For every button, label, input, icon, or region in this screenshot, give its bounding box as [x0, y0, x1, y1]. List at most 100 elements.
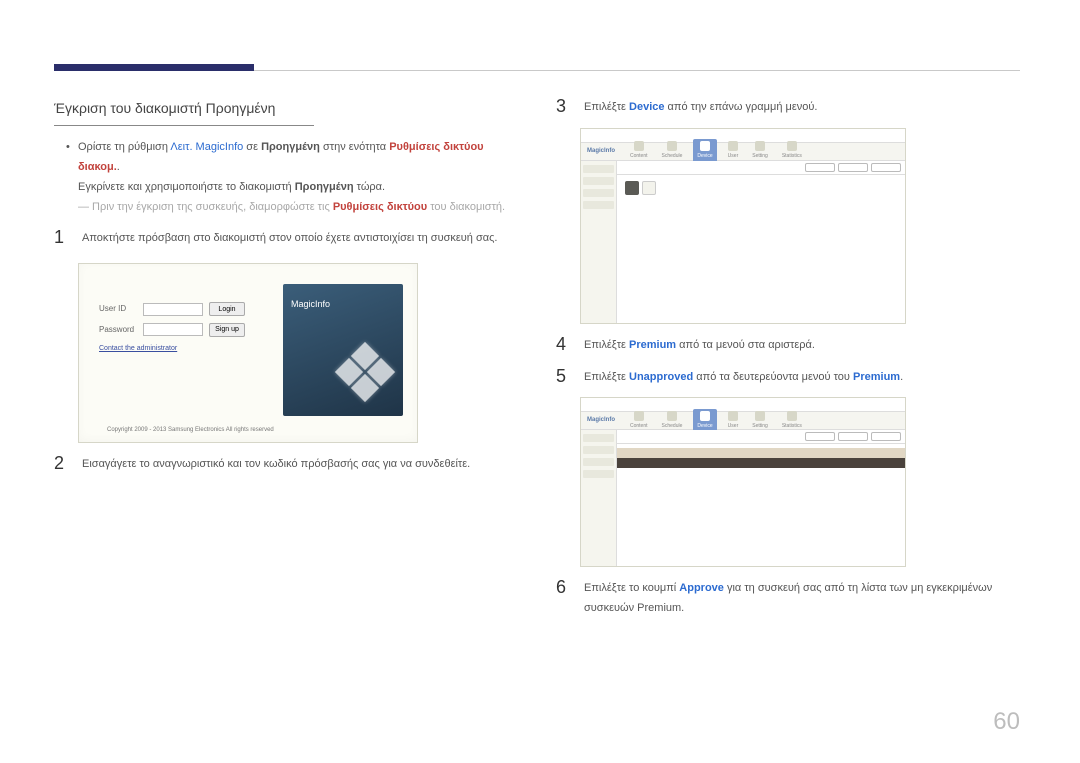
menu-schedule[interactable]: Schedule: [659, 141, 686, 161]
step-6: 6 Επιλέξτε το κουμπί Approve για τη συσκ…: [556, 577, 1020, 619]
text-blue-unapproved: Unapproved: [629, 371, 693, 383]
text-red-netsettings: Ρυθμίσεις δικτύου: [333, 201, 427, 213]
menu-statistics[interactable]: Statistics: [779, 141, 805, 161]
text-fragment: στην ενότητα: [320, 141, 389, 153]
content-icon: [634, 141, 644, 151]
right-column: 3 Επιλέξτε Device από την επάνω γραμμή μ…: [556, 96, 1020, 619]
login-brand-text: MagicInfo: [291, 299, 330, 309]
device-icon: [700, 411, 710, 421]
toolbar-btn[interactable]: [838, 163, 868, 172]
toolbar-btn[interactable]: [838, 432, 868, 441]
menu-statistics[interactable]: Statistics: [779, 411, 805, 431]
text-fragment: Επιλέξτε: [584, 101, 629, 113]
login-form-area: User ID Login Password Sign up Contact t…: [99, 302, 269, 355]
text-fragment: Ορίστε τη ρύθμιση: [78, 141, 170, 153]
step-text: Αποκτήστε πρόσβαση στο διακομιστή στον ο…: [82, 227, 518, 249]
sidebar-row[interactable]: [583, 189, 614, 197]
step-number: 6: [556, 577, 570, 619]
text-fragment: ― Πριν την έγκριση της συσκευής, διαμορφ…: [78, 201, 333, 213]
userid-label: User ID: [99, 302, 137, 316]
step-3: 3 Επιλέξτε Device από την επάνω γραμμή μ…: [556, 96, 1020, 118]
text-blue-premium: Premium: [629, 339, 676, 351]
app-toolbar: [617, 430, 905, 444]
login-button[interactable]: Login: [209, 302, 245, 316]
step-text: Επιλέξτε Unapproved από τα δευτερεύοντα …: [584, 366, 1020, 388]
login-brand-panel: MagicInfo: [283, 284, 403, 416]
menu-schedule[interactable]: Schedule: [659, 411, 686, 431]
app-top-menu: MagicInfo Content Schedule Device User S…: [581, 412, 905, 430]
menu-device[interactable]: Device: [693, 139, 716, 163]
statistics-icon: [787, 141, 797, 151]
toolbar-btn[interactable]: [805, 163, 835, 172]
contact-admin-link[interactable]: Contact the administrator: [99, 343, 269, 356]
toolbar-btn[interactable]: [871, 163, 901, 172]
text-fragment: .: [117, 161, 120, 173]
password-input[interactable]: [143, 323, 203, 336]
section-heading: Έγκριση του διακομιστή Προηγμένη: [54, 96, 314, 126]
menu-user[interactable]: User: [725, 411, 742, 431]
view-btn[interactable]: [642, 181, 656, 195]
toolbar-btn[interactable]: [805, 432, 835, 441]
sidebar-row[interactable]: [583, 434, 614, 442]
text-bold-advanced: Προηγμένη: [261, 141, 320, 153]
view-btn-selected[interactable]: [625, 181, 639, 195]
step-2: 2 Εισαγάγετε το αναγνωριστικό και τον κω…: [54, 453, 518, 475]
step-number: 3: [556, 96, 570, 118]
menu-content[interactable]: Content: [627, 411, 651, 431]
userid-input[interactable]: [143, 303, 203, 316]
brand-shapes: [327, 336, 397, 406]
text-blue-premium2: Premium: [853, 371, 900, 383]
menu-content[interactable]: Content: [627, 141, 651, 161]
sidebar-row[interactable]: [583, 446, 614, 454]
content-icon: [634, 411, 644, 421]
view-buttons: [625, 181, 656, 195]
sidebar-row[interactable]: [583, 470, 614, 478]
userid-row: User ID Login: [99, 302, 269, 316]
text-blue-approve: Approve: [679, 582, 724, 594]
left-column: Έγκριση του διακομιστή Προηγμένη Ορίστε …: [54, 96, 518, 619]
table-header-row: [617, 448, 905, 458]
menu-setting[interactable]: Setting: [749, 141, 771, 161]
user-icon: [728, 141, 738, 151]
password-row: Password Sign up: [99, 323, 269, 337]
app-sidebar: [581, 430, 617, 566]
step-number: 1: [54, 227, 68, 249]
app-screenshot-step5: MagicInfo Content Schedule Device User S…: [580, 397, 906, 567]
app-body: [581, 430, 905, 566]
app-toolbar: [617, 161, 905, 175]
header-rule: [254, 70, 1020, 71]
menu-user[interactable]: User: [725, 141, 742, 161]
login-copyright: Copyright 2009 - 2013 Samsung Electronic…: [107, 425, 274, 436]
app-screenshot-step3: MagicInfo Content Schedule Device User S…: [580, 128, 906, 324]
step-4: 4 Επιλέξτε Premium από τα μενού στα αρισ…: [556, 334, 1020, 356]
step-5: 5 Επιλέξτε Unapproved από τα δευτερεύοντ…: [556, 366, 1020, 388]
toolbar-btn[interactable]: [871, 432, 901, 441]
sidebar-row[interactable]: [583, 165, 614, 173]
statistics-icon: [787, 411, 797, 421]
sidebar-row[interactable]: [583, 201, 614, 209]
setting-icon: [755, 141, 765, 151]
text-fragment: Επιλέξτε: [584, 371, 629, 383]
setting-icon: [755, 411, 765, 421]
step-text: Επιλέξτε το κουμπί Approve για τη συσκευ…: [584, 577, 1020, 619]
sidebar-row[interactable]: [583, 177, 614, 185]
schedule-icon: [667, 411, 677, 421]
signup-button[interactable]: Sign up: [209, 323, 245, 337]
sidebar-row[interactable]: [583, 458, 614, 466]
menu-device[interactable]: Device: [693, 409, 716, 433]
text-fragment: Επιλέξτε το κουμπί: [584, 582, 679, 594]
text-blue-device: Device: [629, 101, 664, 113]
step-1: 1 Αποκτήστε πρόσβαση στο διακομιστή στον…: [54, 227, 518, 249]
text-blue-magicinfo: Λειτ. MagicInfo: [170, 141, 243, 153]
text-fragment: από τα μενού στα αριστερά.: [676, 339, 815, 351]
step-text: Επιλέξτε Device από την επάνω γραμμή μεν…: [584, 96, 1020, 118]
page-content: Έγκριση του διακομιστή Προηγμένη Ορίστε …: [54, 96, 1020, 619]
text-fragment: τώρα.: [354, 181, 386, 193]
text-fragment: .: [900, 371, 903, 383]
app-main: [617, 430, 905, 566]
header-accent-bar: [54, 64, 254, 71]
menu-setting[interactable]: Setting: [749, 411, 771, 431]
dash-note: ― Πριν την έγκριση της συσκευής, διαμορφ…: [54, 198, 518, 218]
text-fragment: σε: [243, 141, 261, 153]
table-data-row[interactable]: [617, 458, 905, 468]
